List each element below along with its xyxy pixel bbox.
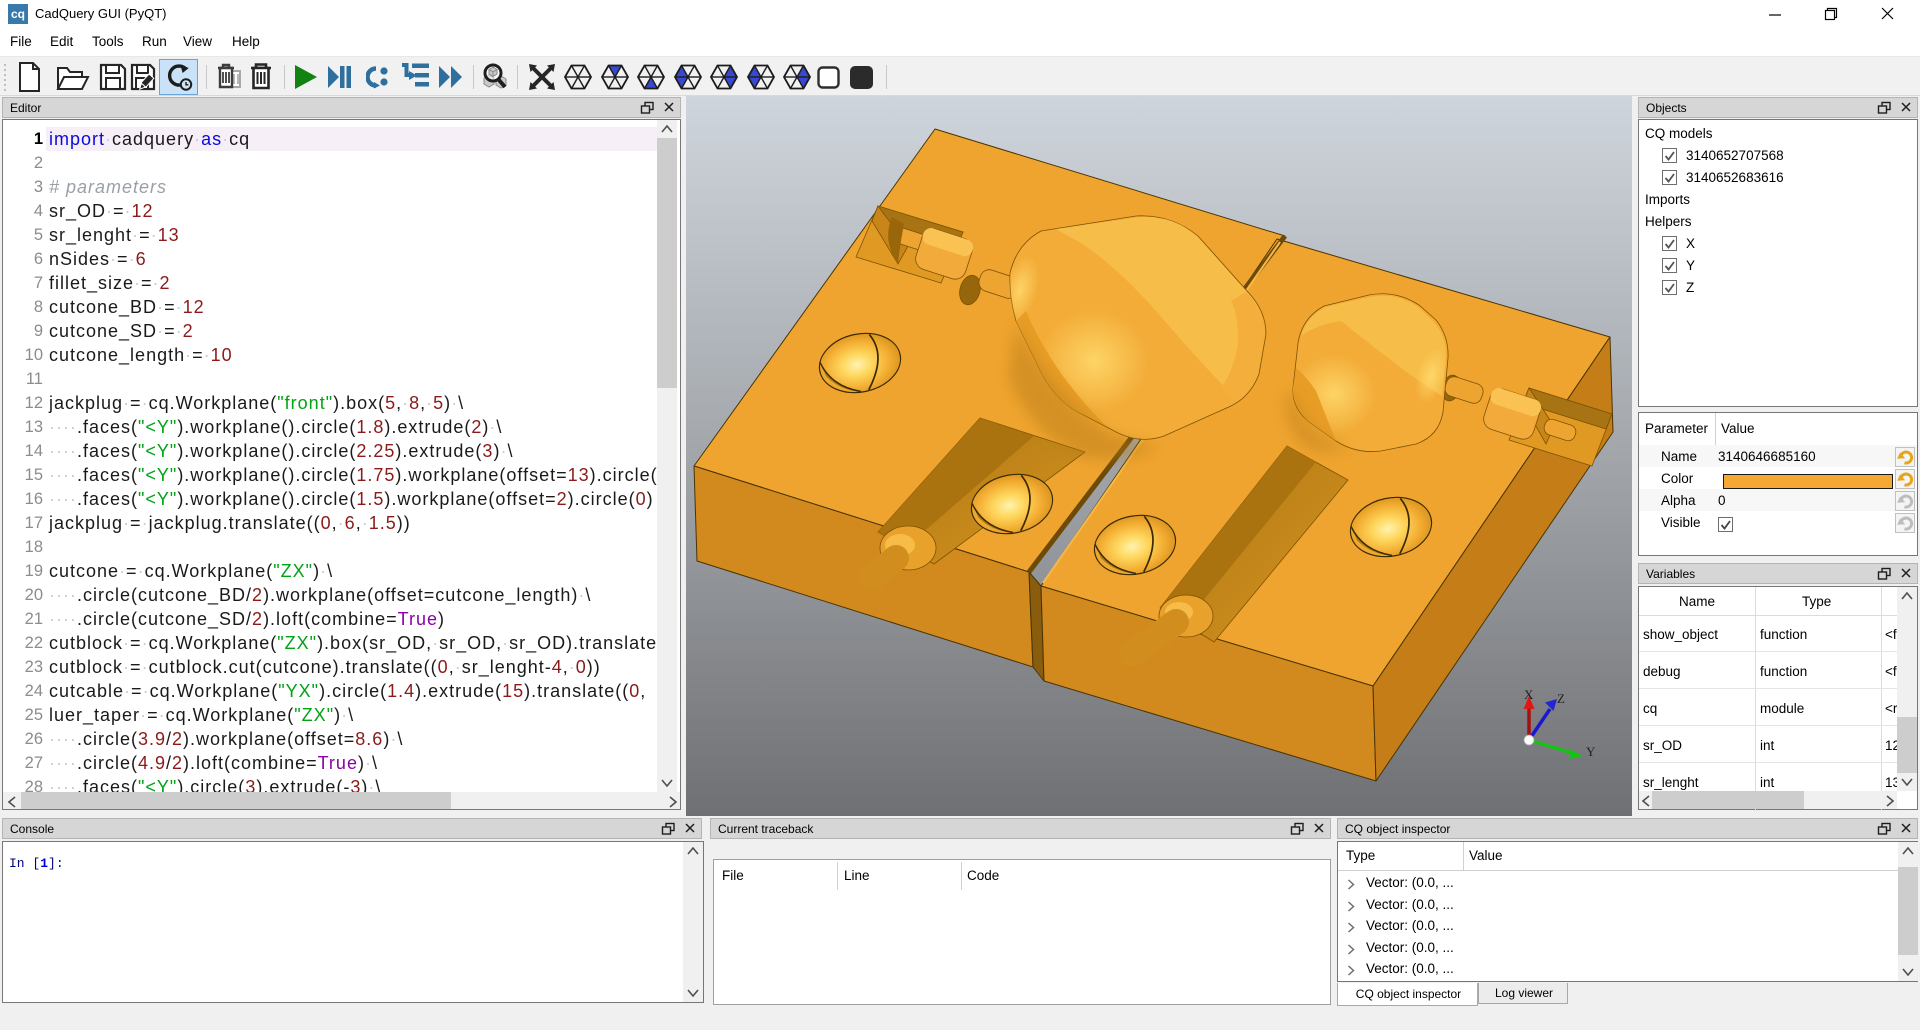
svg-text:Z: Z: [1557, 691, 1565, 706]
svg-text:Y: Y: [1586, 744, 1596, 759]
svg-text:X: X: [1524, 687, 1534, 702]
